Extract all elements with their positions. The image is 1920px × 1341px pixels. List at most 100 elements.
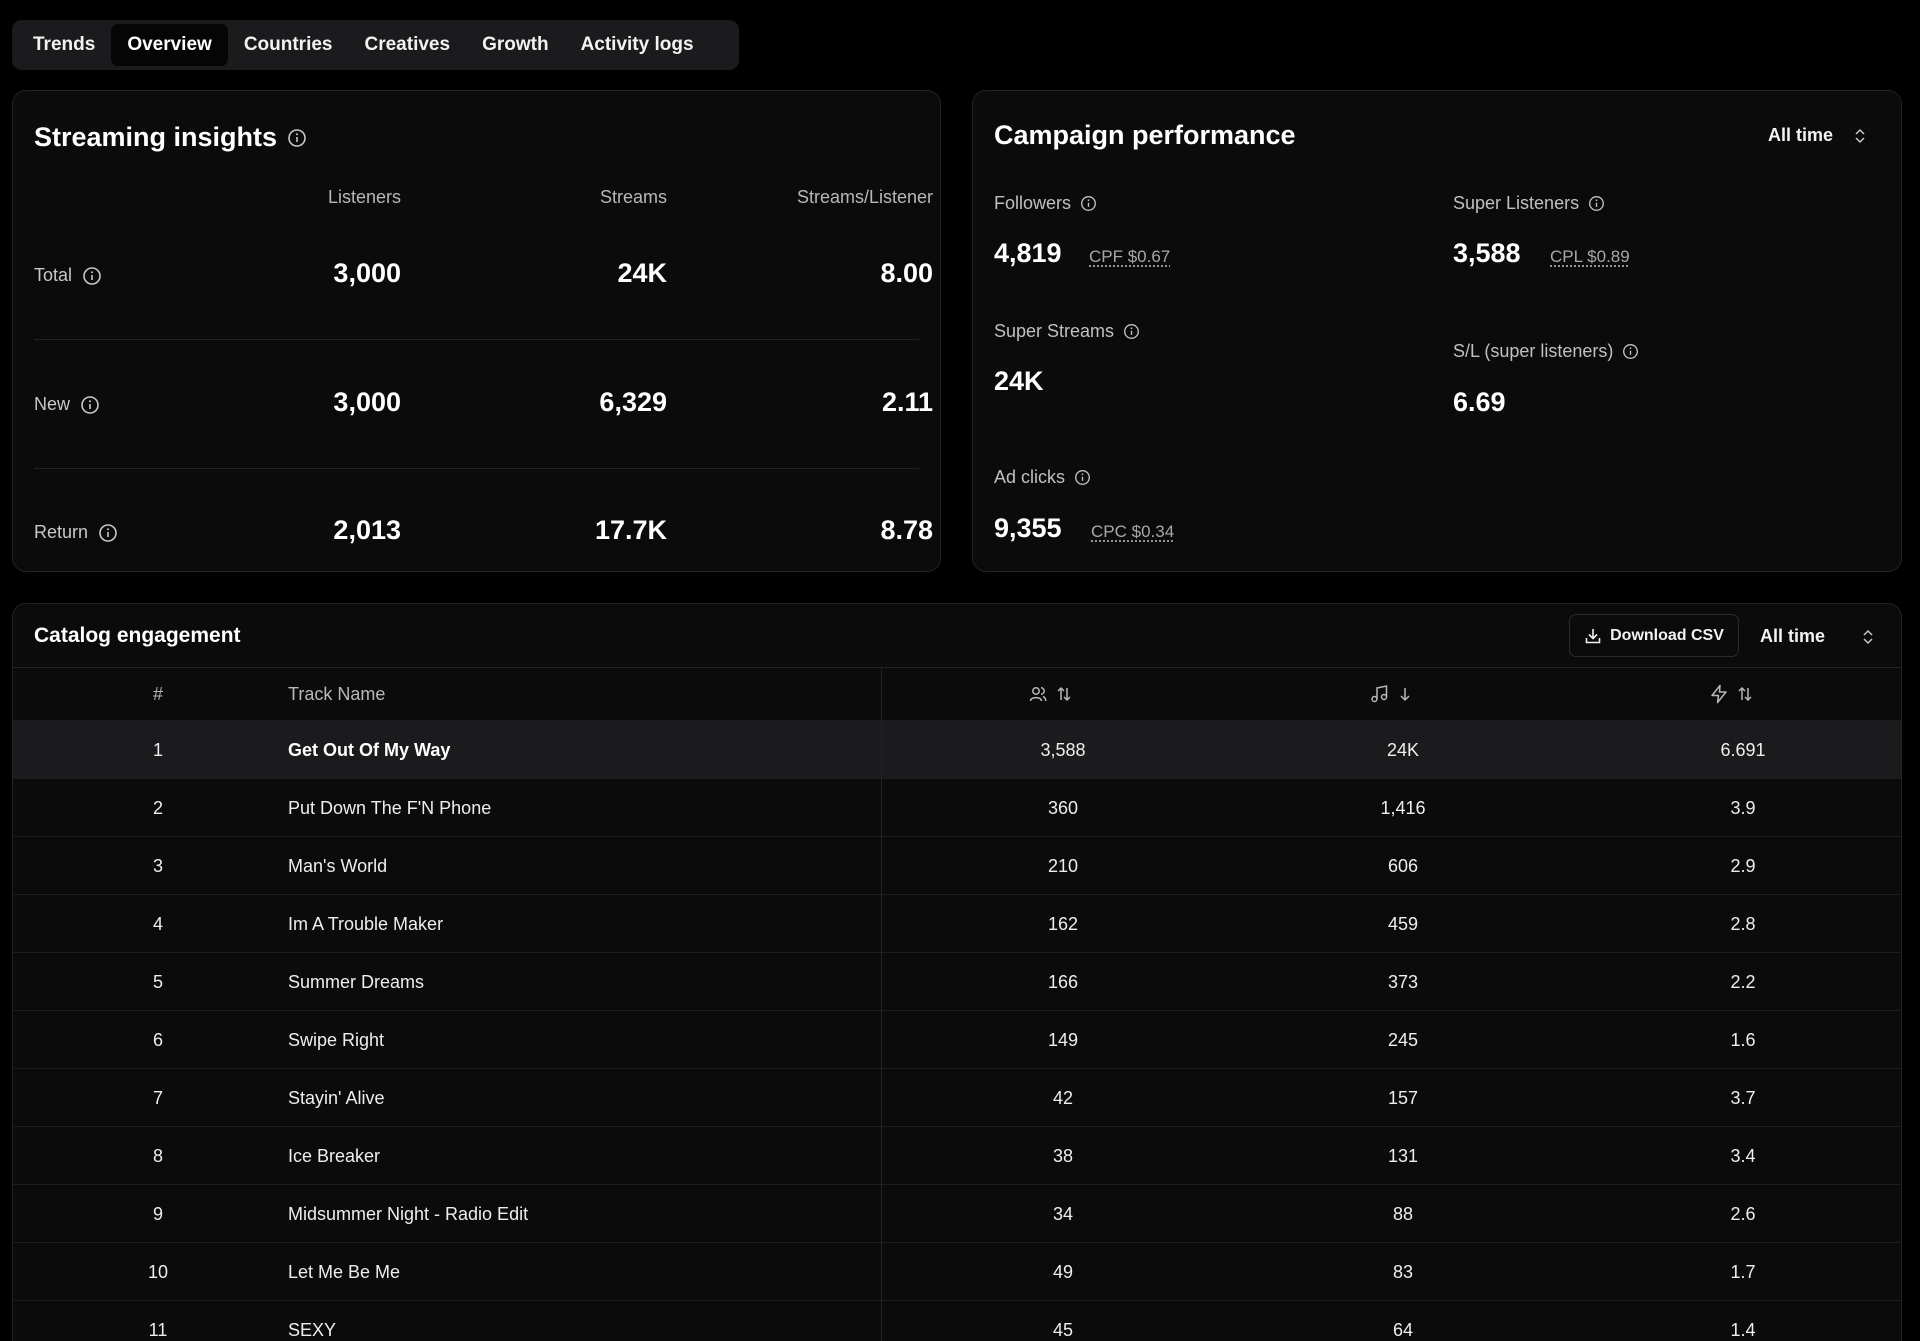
track-listeners: 149 xyxy=(1047,1029,1079,1050)
table-row[interactable]: 11 SEXY 45 64 1.4 xyxy=(13,1300,1901,1341)
column-header-track-name[interactable]: Track Name xyxy=(288,684,385,705)
track-name: Swipe Right xyxy=(288,1029,385,1050)
cost-per-follower: CPF $0.67 xyxy=(1089,247,1171,266)
track-streams: 373 xyxy=(1387,971,1419,992)
table-row[interactable]: 2 Put Down The F'N Phone 360 1,416 3.9 xyxy=(13,778,1901,836)
tab-bar: Trends Overview Countries Creatives Grow… xyxy=(12,20,739,70)
sort-icon[interactable] xyxy=(1056,685,1072,703)
download-csv-button[interactable]: Download CSV xyxy=(1569,614,1739,657)
column-header-ratio[interactable] xyxy=(1709,684,1753,704)
info-icon[interactable] xyxy=(82,266,102,286)
table-row[interactable]: 1 Get Out Of My Way 3,588 24K 6.691 xyxy=(13,720,1901,778)
ad-clicks-label: Ad clicks xyxy=(994,467,1091,488)
super-listeners-label: Super Listeners xyxy=(1453,193,1605,214)
column-divider xyxy=(881,668,882,1341)
super-streams-label-text: Super Streams xyxy=(994,321,1115,341)
track-streams: 606 xyxy=(1387,855,1419,876)
return-streams-value: 17.7K xyxy=(594,515,667,545)
column-header-listeners[interactable] xyxy=(1028,684,1072,704)
table-row[interactable]: 4 Im A Trouble Maker 162 459 2.8 xyxy=(13,894,1901,952)
download-icon xyxy=(1584,627,1602,645)
catalog-engagement-card: Catalog engagement Download CSV All time… xyxy=(12,603,1902,1341)
new-listeners-value: 3,000 xyxy=(333,387,401,417)
tab-countries[interactable]: Countries xyxy=(228,24,349,66)
track-listeners: 34 xyxy=(1052,1203,1074,1224)
divider xyxy=(34,468,919,469)
info-icon[interactable] xyxy=(1123,323,1140,340)
info-icon[interactable] xyxy=(1074,469,1091,486)
cost-per-click: CPC $0.34 xyxy=(1091,522,1175,541)
total-streams-value: 24K xyxy=(617,258,667,288)
info-icon[interactable] xyxy=(1080,195,1097,212)
row-label-total: Total xyxy=(34,265,102,286)
track-streams: 83 xyxy=(1392,1261,1414,1282)
new-ratio-value: 2.11 xyxy=(881,387,933,417)
info-icon[interactable] xyxy=(98,523,118,543)
table-row[interactable]: 10 Let Me Be Me 49 83 1.7 xyxy=(13,1242,1901,1300)
column-header-listeners: Listeners xyxy=(327,187,401,207)
tab-activity-logs[interactable]: Activity logs xyxy=(565,24,710,66)
column-header-streams-per-listener: Streams/Listener xyxy=(796,187,933,207)
track-name: SEXY xyxy=(288,1319,337,1340)
track-ratio: 3.4 xyxy=(1730,1145,1756,1166)
sort-icon[interactable] xyxy=(1737,685,1753,703)
table-row[interactable]: 7 Stayin' Alive 42 157 3.7 xyxy=(13,1068,1901,1126)
super-listeners-value: 3,588 xyxy=(1453,238,1521,268)
catalog-period-select[interactable]: All time xyxy=(1760,626,1875,647)
divider xyxy=(34,339,919,340)
column-header-streams: Streams xyxy=(599,187,667,207)
table-row[interactable]: 3 Man's World 210 606 2.9 xyxy=(13,836,1901,894)
track-streams: 157 xyxy=(1387,1087,1419,1108)
track-name: Summer Dreams xyxy=(288,971,425,992)
track-ratio: 3.9 xyxy=(1730,797,1756,818)
users-icon xyxy=(1028,684,1048,704)
track-ratio: 2.9 xyxy=(1730,855,1756,876)
campaign-performance-card: Campaign performance All time Followers … xyxy=(972,90,1902,572)
table-row[interactable]: 5 Summer Dreams 166 373 2.2 xyxy=(13,952,1901,1010)
track-ratio: 2.8 xyxy=(1730,913,1756,934)
track-number: 9 xyxy=(152,1203,163,1224)
super-streams-label: Super Streams xyxy=(994,321,1140,342)
row-label-return: Return xyxy=(34,522,118,543)
row-label-total-text: Total xyxy=(34,265,73,285)
track-streams: 459 xyxy=(1387,913,1419,934)
streaming-insights-card: Streaming insights Listeners Streams Str… xyxy=(12,90,941,572)
chevron-up-down-icon xyxy=(1861,628,1875,646)
streaming-insights-title-text: Streaming insights xyxy=(34,122,278,152)
track-streams: 131 xyxy=(1387,1145,1419,1166)
column-header-streams[interactable] xyxy=(1369,684,1413,704)
sl-ratio-label: S/L (super listeners) xyxy=(1453,341,1639,362)
music-note-icon xyxy=(1369,684,1389,704)
track-ratio: 2.2 xyxy=(1730,971,1756,992)
tab-overview[interactable]: Overview xyxy=(111,24,228,66)
track-name: Put Down The F'N Phone xyxy=(288,797,492,818)
track-number: 7 xyxy=(152,1087,163,1108)
lightning-icon xyxy=(1709,684,1729,704)
campaign-period-select[interactable]: All time xyxy=(1768,125,1867,146)
total-listeners-value: 3,000 xyxy=(333,258,401,288)
tab-creatives[interactable]: Creatives xyxy=(349,24,467,66)
column-header-number: # xyxy=(152,684,163,704)
campaign-period-label: All time xyxy=(1768,125,1834,145)
info-icon[interactable] xyxy=(1588,195,1605,212)
table-row[interactable]: 9 Midsummer Night - Radio Edit 34 88 2.6 xyxy=(13,1184,1901,1242)
tab-growth[interactable]: Growth xyxy=(466,24,565,66)
track-name: Get Out Of My Way xyxy=(288,739,451,760)
return-ratio-value: 8.78 xyxy=(880,515,933,545)
info-icon[interactable] xyxy=(80,395,100,415)
arrow-down-icon[interactable] xyxy=(1397,685,1413,703)
track-listeners: 166 xyxy=(1047,971,1079,992)
chevron-up-down-icon xyxy=(1853,127,1867,145)
table-row[interactable]: 6 Swipe Right 149 245 1.6 xyxy=(13,1010,1901,1068)
info-icon[interactable] xyxy=(1622,343,1639,360)
track-listeners: 210 xyxy=(1047,855,1079,876)
table-row[interactable]: 8 Ice Breaker 38 131 3.4 xyxy=(13,1126,1901,1184)
tab-trends[interactable]: Trends xyxy=(17,24,111,66)
info-icon[interactable] xyxy=(287,128,307,148)
ad-clicks-label-text: Ad clicks xyxy=(994,467,1066,487)
followers-value: 4,819 xyxy=(994,238,1062,268)
track-number: 8 xyxy=(152,1145,163,1166)
track-ratio: 6.691 xyxy=(1720,739,1766,760)
row-label-new: New xyxy=(34,394,100,415)
divider xyxy=(13,667,1901,668)
